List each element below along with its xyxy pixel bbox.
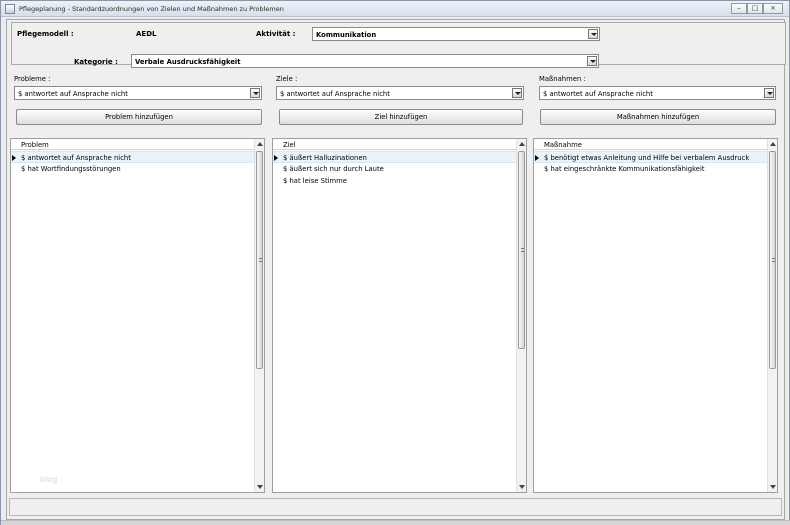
window-title: Pflegeplanung - Standardzuordnungen von … — [19, 5, 284, 13]
goal-select-value: $ antwortet auf Ansprache nicht — [280, 90, 390, 98]
measure-list-header[interactable]: Maßnahme — [534, 139, 767, 150]
grip-icon — [772, 261, 775, 262]
scroll-down-icon[interactable] — [519, 485, 525, 489]
app-icon — [5, 4, 15, 14]
measure-select-value: $ antwortet auf Ansprache nicht — [543, 90, 653, 98]
problem-column-title: Problem — [21, 141, 49, 149]
measure-list-scrollbar[interactable] — [767, 139, 777, 492]
kategorie-label: Kategorie : — [74, 58, 118, 66]
dropdown-arrow-icon[interactable] — [250, 88, 260, 98]
main-window: Pflegeplanung - Standardzuordnungen von … — [0, 0, 790, 525]
aktivitaet-value: Kommunikation — [316, 31, 377, 39]
goal-column-title: Ziel — [283, 141, 296, 149]
minimize-button[interactable]: – — [731, 3, 747, 14]
scroll-thumb[interactable] — [256, 151, 263, 369]
list-item-text: $ äußert sich nur durch Laute — [283, 165, 384, 173]
aktivitaet-label: Aktivität : — [256, 30, 296, 38]
bottom-strip — [1, 520, 790, 525]
dropdown-arrow-icon[interactable] — [588, 29, 598, 39]
measure-column-title: Maßnahme — [544, 141, 582, 149]
row-indicator-icon — [274, 155, 278, 161]
scroll-up-icon[interactable] — [770, 142, 776, 146]
close-button[interactable]: × — [763, 3, 783, 14]
probleme-label: Probleme : — [14, 75, 51, 83]
problem-select-value: $ antwortet auf Ansprache nicht — [18, 90, 128, 98]
list-item-text: $ benötigt etwas Anleitung und Hilfe bei… — [544, 154, 750, 162]
scroll-up-icon[interactable] — [519, 142, 525, 146]
add-goal-button[interactable]: Ziel hinzufügen — [279, 109, 523, 125]
row-indicator-icon — [535, 155, 539, 161]
list-item[interactable]: $ antwortet auf Ansprache nicht — [11, 151, 254, 163]
list-item-text: $ äußert Halluzinationen — [283, 154, 367, 162]
watermark: blog — [40, 475, 58, 484]
scroll-down-icon[interactable] — [770, 485, 776, 489]
list-item[interactable]: $ hat eingeschränkte Kommunikationsfähig… — [534, 163, 767, 175]
dropdown-arrow-icon[interactable] — [764, 88, 774, 98]
grip-icon — [259, 258, 262, 259]
scroll-thumb[interactable] — [769, 151, 776, 369]
list-item[interactable]: $ hat Wortfindungsstörungen — [11, 163, 254, 175]
scroll-thumb[interactable] — [518, 151, 525, 349]
scroll-down-icon[interactable] — [257, 485, 263, 489]
problem-list-header[interactable]: Problem — [11, 139, 254, 150]
row-indicator-icon — [12, 155, 16, 161]
problem-select[interactable]: $ antwortet auf Ansprache nicht — [14, 86, 262, 100]
grip-icon — [772, 258, 775, 259]
goal-list-scrollbar[interactable] — [516, 139, 526, 492]
problem-list[interactable]: Problem $ antwortet auf Ansprache nicht … — [10, 138, 265, 493]
kategorie-select[interactable]: Verbale Ausdrucksfähigkeit — [131, 54, 599, 68]
scroll-up-icon[interactable] — [257, 142, 263, 146]
add-measure-button[interactable]: Maßnahmen hinzufügen — [540, 109, 776, 125]
measure-select[interactable]: $ antwortet auf Ansprache nicht — [539, 86, 776, 100]
massnahmen-label: Maßnahmen : — [539, 75, 586, 83]
list-item[interactable]: $ äußert Halluzinationen — [273, 151, 516, 163]
grip-icon — [521, 248, 524, 249]
grip-icon — [521, 251, 524, 252]
list-item[interactable]: $ hat leise Stimme — [273, 175, 516, 187]
dropdown-arrow-icon[interactable] — [512, 88, 522, 98]
add-problem-button[interactable]: Problem hinzufügen — [16, 109, 262, 125]
status-bar — [9, 498, 782, 516]
list-item-text: $ antwortet auf Ansprache nicht — [21, 154, 131, 162]
grip-icon — [259, 261, 262, 262]
goal-list[interactable]: Ziel $ äußert Halluzinationen $ äußert s… — [272, 138, 527, 493]
list-item-text: $ hat Wortfindungsstörungen — [21, 165, 121, 173]
goal-select[interactable]: $ antwortet auf Ansprache nicht — [276, 86, 524, 100]
list-item[interactable]: $ äußert sich nur durch Laute — [273, 163, 516, 175]
kategorie-value: Verbale Ausdrucksfähigkeit — [135, 58, 241, 66]
aktivitaet-select[interactable]: Kommunikation — [312, 27, 600, 41]
problem-list-scrollbar[interactable] — [254, 139, 264, 492]
list-item-text: $ hat eingeschränkte Kommunikationsfähig… — [544, 165, 705, 173]
pflegemodell-label: Pflegemodell : — [17, 30, 74, 38]
goal-list-header[interactable]: Ziel — [273, 139, 516, 150]
measure-list[interactable]: Maßnahme $ benötigt etwas Anleitung und … — [533, 138, 778, 493]
ziele-label: Ziele : — [276, 75, 298, 83]
maximize-button[interactable]: □ — [747, 3, 763, 14]
list-item-text: $ hat leise Stimme — [283, 177, 347, 185]
form-content: Pflegemodell : AEDL Aktivität : Kommunik… — [6, 19, 786, 520]
title-bar[interactable]: Pflegeplanung - Standardzuordnungen von … — [1, 1, 789, 17]
dropdown-arrow-icon[interactable] — [587, 56, 597, 66]
pflegemodell-value: AEDL — [136, 30, 157, 38]
list-item[interactable]: $ benötigt etwas Anleitung und Hilfe bei… — [534, 151, 767, 163]
